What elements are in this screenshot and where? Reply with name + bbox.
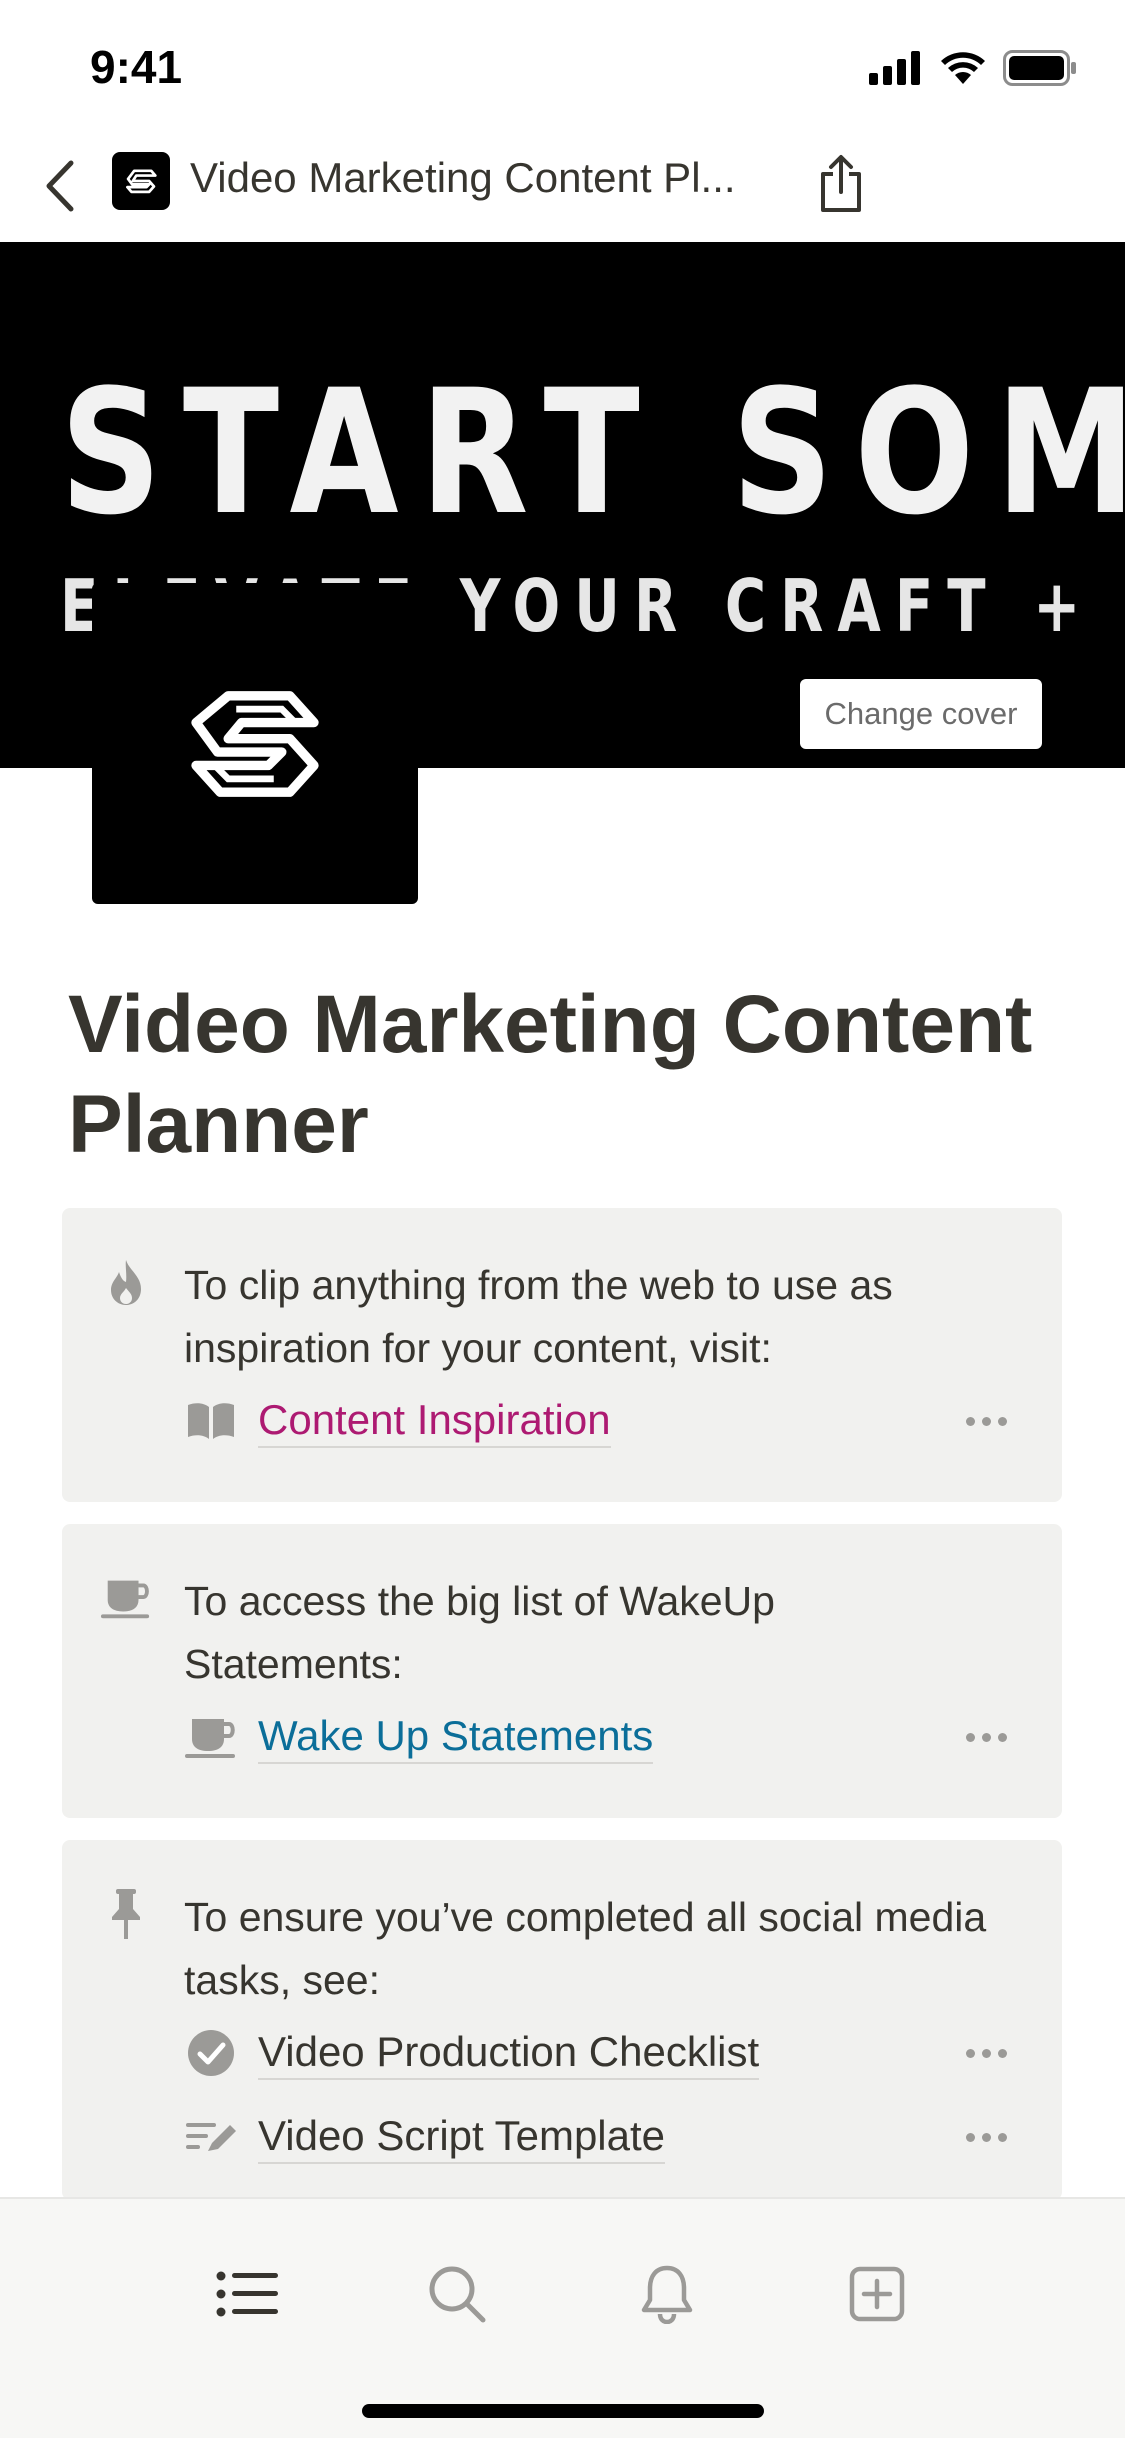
more-options-button[interactable] <box>956 1396 1016 1446</box>
callout-text: To clip anything from the web to use as … <box>184 1262 893 1371</box>
status-time: 9:41 <box>90 41 183 93</box>
list-icon <box>216 2271 278 2317</box>
chevron-left-icon <box>46 160 74 212</box>
more-options-button[interactable] <box>956 1712 1016 1762</box>
nav-bar: Video Marketing Content Pl... <box>0 130 1125 242</box>
wifi-icon <box>941 52 985 84</box>
logo-icon <box>191 690 319 797</box>
coffee-cup-icon <box>100 1572 152 1624</box>
logo-icon <box>126 169 157 194</box>
callout-block[interactable]: To clip anything from the web to use as … <box>62 1208 1062 1502</box>
page-link-row[interactable]: Content Inspiration <box>184 1386 1062 1456</box>
more-options-button[interactable] <box>956 2028 1016 2078</box>
more-icon <box>965 2048 1007 2058</box>
page-link-label[interactable]: Video Production Checklist <box>258 2026 760 2080</box>
nav-page-icon <box>112 152 170 210</box>
more-icon <box>965 1732 1007 1742</box>
bell-icon <box>641 2265 693 2324</box>
home-indicator <box>362 2404 764 2418</box>
callout-text: To ensure you’ve completed all social me… <box>184 1894 987 2003</box>
battery-icon <box>1003 50 1076 86</box>
tab-sidebar[interactable] <box>202 2249 292 2339</box>
page-link-row[interactable]: Video Script Template <box>184 2102 1062 2172</box>
page-title[interactable]: Video Marketing Content Planner <box>68 975 1068 1175</box>
page-link-label[interactable]: Video Script Template <box>258 2110 666 2164</box>
cover-headline: START SOME S <box>60 352 1125 553</box>
search-icon <box>429 2266 486 2323</box>
pin-icon <box>100 1888 152 1940</box>
checkmark-circle-icon <box>184 2026 238 2080</box>
callout-block[interactable]: To access the big list of WakeUp Stateme… <box>62 1524 1062 1818</box>
page-icon[interactable] <box>92 583 418 904</box>
status-icons <box>869 50 1077 86</box>
share-icon <box>821 155 861 212</box>
flame-icon <box>100 1256 152 1308</box>
more-icon <box>965 1416 1007 1426</box>
coffee-cup-icon <box>184 1710 238 1764</box>
page-link-label[interactable]: Wake Up Statements <box>258 1710 654 1764</box>
callout-block[interactable]: To ensure you’ve completed all social me… <box>62 1840 1062 2200</box>
book-icon <box>184 1394 238 1448</box>
tab-search[interactable] <box>412 2249 502 2339</box>
page-link-row[interactable]: Wake Up Statements <box>184 1702 1062 1772</box>
page-link-row[interactable]: Video Production Checklist <box>184 2018 1062 2088</box>
add-page-icon <box>849 2266 905 2322</box>
more-options-button[interactable] <box>956 2112 1016 2162</box>
cellular-signal-icon <box>869 51 920 85</box>
edit-text-icon <box>184 2110 238 2164</box>
change-cover-button[interactable]: Change cover <box>800 679 1042 749</box>
bottom-tab-bar <box>0 2197 1125 2438</box>
share-button[interactable] <box>808 144 874 224</box>
page-link-label[interactable]: Content Inspiration <box>258 1394 611 1448</box>
back-button[interactable] <box>24 150 96 222</box>
status-bar: 9:41 <box>0 0 1125 130</box>
nav-title: Video Marketing Content Pl... <box>190 154 736 201</box>
tab-updates[interactable] <box>622 2249 712 2339</box>
more-icon <box>965 2132 1007 2142</box>
callout-text: To access the big list of WakeUp Stateme… <box>184 1578 775 1687</box>
tab-new-page[interactable] <box>832 2249 922 2339</box>
